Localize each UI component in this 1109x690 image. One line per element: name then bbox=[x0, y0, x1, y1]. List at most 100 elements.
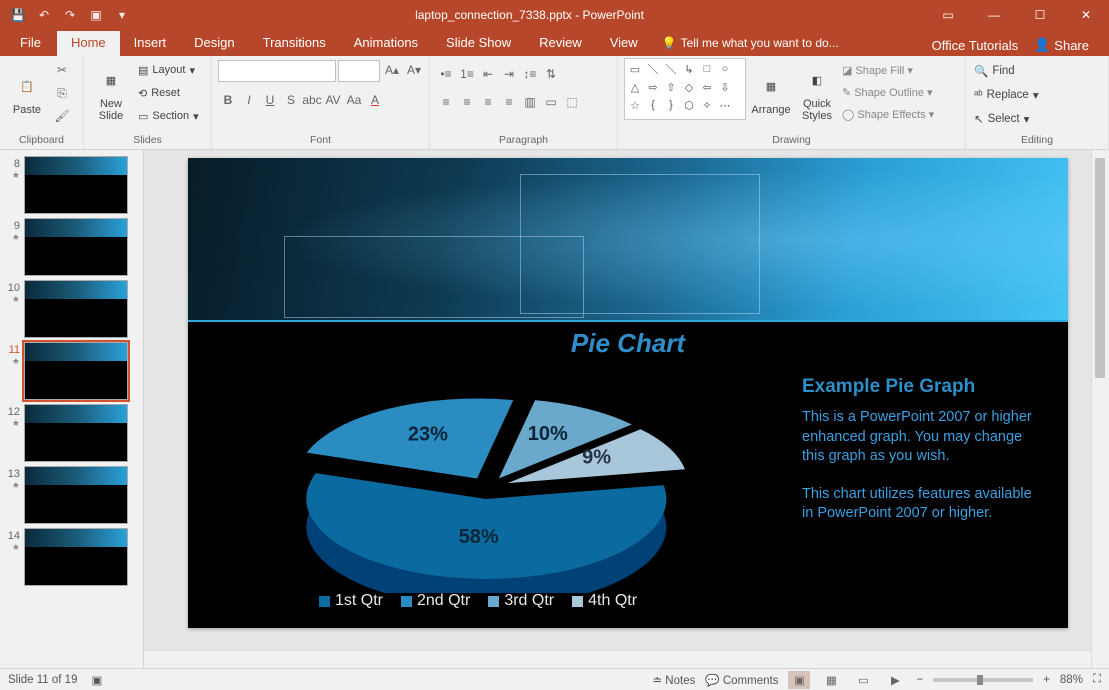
thumbnail-slide-9[interactable]: 9★ bbox=[0, 216, 143, 278]
notes-button[interactable]: ≐ Notes bbox=[652, 673, 695, 687]
case-icon[interactable]: Aa bbox=[344, 90, 364, 110]
scroll-thumb[interactable] bbox=[1095, 158, 1105, 378]
new-slide-button[interactable]: ▦ New Slide bbox=[90, 58, 132, 128]
normal-view-icon[interactable]: ▣ bbox=[788, 671, 810, 689]
paste-button[interactable]: 📋 Paste bbox=[6, 58, 48, 128]
slide-canvas[interactable]: Pie Chart 58%23%10%9% 1st Qtr2nd Qtr3rd … bbox=[188, 158, 1068, 628]
slide-text-box[interactable]: Example Pie Graph This is a PowerPoint 2… bbox=[802, 376, 1042, 542]
zoom-out-button[interactable]: − bbox=[916, 674, 923, 686]
shape-arrowl-icon[interactable]: ⇦ bbox=[699, 79, 715, 95]
shape-arrowd-icon[interactable]: ⇩ bbox=[717, 79, 733, 95]
tab-review[interactable]: Review bbox=[525, 31, 596, 56]
shape-diamond-icon[interactable]: ◇ bbox=[681, 79, 697, 95]
shape-effects-button[interactable]: ◯Shape Effects▾ bbox=[842, 104, 934, 125]
reset-button[interactable]: ⟲Reset bbox=[136, 83, 201, 103]
reading-view-icon[interactable]: ▭ bbox=[852, 671, 874, 689]
find-button[interactable]: 🔍Find bbox=[972, 60, 1041, 82]
zoom-in-button[interactable]: + bbox=[1043, 674, 1050, 686]
text-direction-icon[interactable]: ⇅ bbox=[541, 64, 561, 84]
shape-fill-button[interactable]: ◪Shape Fill▾ bbox=[842, 60, 934, 81]
shape-tri-icon[interactable]: △ bbox=[627, 79, 643, 95]
font-color-icon[interactable]: A bbox=[365, 90, 385, 110]
line-spacing-icon[interactable]: ↕≡ bbox=[520, 64, 540, 84]
thumbnail-slide-12[interactable]: 12★ bbox=[0, 402, 143, 464]
arrange-button[interactable]: ▦ Arrange bbox=[750, 58, 792, 128]
bullets-icon[interactable]: •≡ bbox=[436, 64, 456, 84]
undo-icon[interactable]: ↶ bbox=[32, 3, 56, 27]
shape-square-icon[interactable]: □ bbox=[699, 61, 715, 77]
shape-more-icon[interactable]: ⋯ bbox=[717, 97, 733, 113]
thumbnail-slide-10[interactable]: 10★ bbox=[0, 278, 143, 340]
quick-styles-button[interactable]: ◧ Quick Styles bbox=[796, 58, 838, 128]
maximize-button[interactable]: ☐ bbox=[1017, 0, 1063, 30]
justify-icon[interactable]: ≡ bbox=[499, 92, 519, 112]
format-painter-icon[interactable]: 🖌 bbox=[52, 106, 72, 126]
zoom-level[interactable]: 88% bbox=[1060, 674, 1083, 686]
decrease-font-icon[interactable]: A▾ bbox=[404, 60, 424, 80]
zoom-slider-thumb[interactable] bbox=[977, 675, 983, 685]
thumbnail-slide-13[interactable]: 13★ bbox=[0, 464, 143, 526]
underline-icon[interactable]: U bbox=[260, 90, 280, 110]
shape-curly2-icon[interactable]: } bbox=[663, 97, 679, 113]
slide-thumbnails-panel[interactable]: 8★9★10★11★12★13★14★ bbox=[0, 150, 144, 668]
align-left-icon[interactable]: ≡ bbox=[436, 92, 456, 112]
select-button[interactable]: ↖Select▾ bbox=[972, 108, 1041, 130]
indent-decrease-icon[interactable]: ⇤ bbox=[478, 64, 498, 84]
bold-icon[interactable]: B bbox=[218, 90, 238, 110]
smartart-icon[interactable]: ⬚ bbox=[562, 92, 582, 112]
pie-chart[interactable]: 58%23%10%9% 1st Qtr2nd Qtr3rd Qtr4th Qtr bbox=[218, 353, 738, 613]
redo-icon[interactable]: ↷ bbox=[58, 3, 82, 27]
slide-counter[interactable]: Slide 11 of 19 bbox=[8, 674, 77, 686]
comments-button[interactable]: 💬 Comments bbox=[705, 673, 778, 687]
font-size-combo[interactable] bbox=[338, 60, 380, 82]
shape-arrowr-icon[interactable]: ⇨ bbox=[645, 79, 661, 95]
tab-home[interactable]: Home bbox=[57, 31, 120, 56]
file-tab[interactable]: File bbox=[4, 31, 57, 56]
italic-icon[interactable]: I bbox=[239, 90, 259, 110]
shadow-icon[interactable]: abc bbox=[302, 90, 322, 110]
outline-collapse-bar[interactable] bbox=[154, 310, 166, 510]
thumbnail-slide-14[interactable]: 14★ bbox=[0, 526, 143, 588]
tab-animations[interactable]: Animations bbox=[340, 31, 432, 56]
zoom-slider[interactable] bbox=[933, 678, 1033, 682]
shape-plus-icon[interactable]: ✧ bbox=[699, 97, 715, 113]
shape-circle-icon[interactable]: ○ bbox=[717, 61, 733, 77]
replace-button[interactable]: ᵃᵇReplace▾ bbox=[972, 84, 1041, 106]
thumbnail-slide-11[interactable]: 11★ bbox=[0, 340, 143, 402]
columns-icon[interactable]: ▥ bbox=[520, 92, 540, 112]
fit-to-window-icon[interactable]: ⛶ bbox=[1093, 673, 1101, 686]
tab-view[interactable]: View bbox=[596, 31, 652, 56]
font-name-combo[interactable] bbox=[218, 60, 336, 82]
shape-line-icon[interactable]: ＼ bbox=[645, 61, 661, 77]
shape-star-icon[interactable]: ☆ bbox=[627, 97, 643, 113]
shape-hex-icon[interactable]: ⬡ bbox=[681, 97, 697, 113]
thumbnail-slide-8[interactable]: 8★ bbox=[0, 154, 143, 216]
shape-line2-icon[interactable]: ＼ bbox=[663, 61, 679, 77]
close-button[interactable]: ✕ bbox=[1063, 0, 1109, 30]
indent-increase-icon[interactable]: ⇥ bbox=[499, 64, 519, 84]
shape-rect-icon[interactable]: ▭ bbox=[627, 61, 643, 77]
align-text-icon[interactable]: ▭ bbox=[541, 92, 561, 112]
align-center-icon[interactable]: ≡ bbox=[457, 92, 477, 112]
horizontal-scrollbar[interactable] bbox=[144, 650, 1091, 668]
numbering-icon[interactable]: 1≡ bbox=[457, 64, 477, 84]
spacing-icon[interactable]: AV bbox=[323, 90, 343, 110]
copy-icon[interactable]: ⎘ bbox=[52, 83, 72, 103]
tab-design[interactable]: Design bbox=[180, 31, 248, 56]
start-from-beginning-icon[interactable]: ▣ bbox=[84, 3, 108, 27]
shape-conn-icon[interactable]: ↳ bbox=[681, 61, 697, 77]
minimize-button[interactable]: — bbox=[971, 0, 1017, 30]
tab-transitions[interactable]: Transitions bbox=[249, 31, 340, 56]
tab-slideshow[interactable]: Slide Show bbox=[432, 31, 525, 56]
section-button[interactable]: ▭Section▾ bbox=[136, 106, 201, 126]
strike-icon[interactable]: S bbox=[281, 90, 301, 110]
tab-insert[interactable]: Insert bbox=[120, 31, 181, 56]
shape-outline-button[interactable]: ✎Shape Outline▾ bbox=[842, 82, 934, 103]
sorter-view-icon[interactable]: ▦ bbox=[820, 671, 842, 689]
save-icon[interactable]: 💾 bbox=[6, 3, 30, 27]
spellcheck-icon[interactable]: ▣ bbox=[91, 673, 102, 687]
layout-button[interactable]: ▤Layout▾ bbox=[136, 60, 201, 80]
ribbon-display-icon[interactable]: ▭ bbox=[925, 0, 971, 30]
office-tutorials-link[interactable]: Office Tutorials bbox=[932, 38, 1018, 53]
share-button[interactable]: 👤 Share bbox=[1026, 34, 1097, 56]
